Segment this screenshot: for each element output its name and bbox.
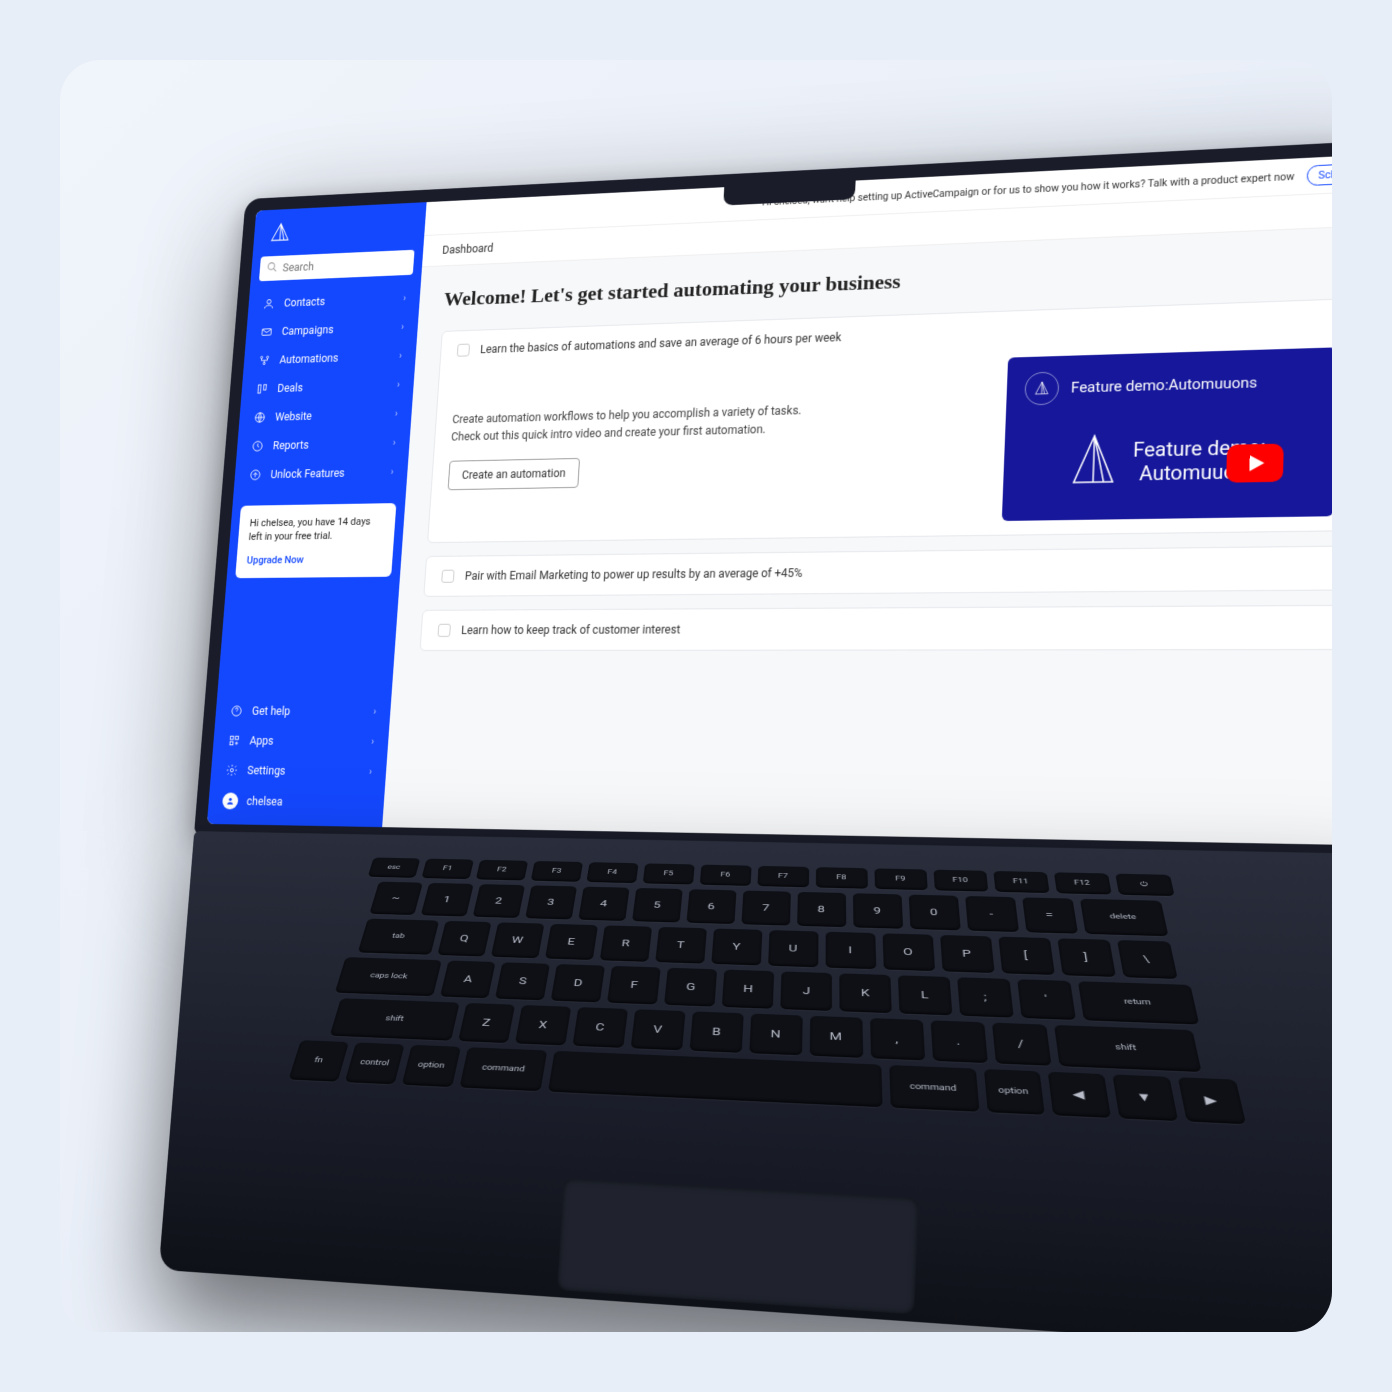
laptop-keyboard-deck: escF1F2F3F4F5F6F7F8F9F10F11F12⏻ ~1234567… xyxy=(159,831,1332,1332)
task-title: Learn the basics of automations and save… xyxy=(480,331,842,356)
laptop: Contacts › Campaigns › Automations › xyxy=(159,139,1332,1332)
task-title: Learn how to keep track of customer inte… xyxy=(461,623,681,637)
search-field[interactable] xyxy=(282,256,407,274)
sidebar-item-label: Automations xyxy=(279,350,391,366)
chevron-right-icon: › xyxy=(399,351,402,361)
chevron-right-icon: › xyxy=(397,380,400,390)
envelope-icon xyxy=(259,325,274,340)
sidebar-item-help[interactable]: Get help › xyxy=(215,696,392,727)
checkbox-icon[interactable] xyxy=(457,344,470,357)
upgrade-now-link[interactable]: Upgrade Now xyxy=(246,552,382,568)
sidebar-item-label: Unlock Features xyxy=(270,466,382,481)
video-thumbnail[interactable]: Feature demo:Automuuons Feature demo: xyxy=(1002,347,1332,521)
sidebar-item-label: Campaigns xyxy=(281,321,393,338)
clock-icon xyxy=(250,439,265,454)
sidebar-item-label: Contacts xyxy=(284,292,395,309)
create-automation-button[interactable]: Create an automation xyxy=(448,458,581,490)
chevron-right-icon: › xyxy=(403,293,406,303)
triangle-logo-icon xyxy=(268,234,291,247)
app-screen: Contacts › Campaigns › Automations › xyxy=(207,154,1332,846)
task-header[interactable]: Learn the basics of automations and save… xyxy=(457,314,1332,357)
task-title: Pair with Email Marketing to power up re… xyxy=(464,566,802,582)
video-header-text: Feature demo:Automuuons xyxy=(1071,374,1258,397)
play-icon[interactable] xyxy=(1226,444,1284,483)
grid-icon xyxy=(227,733,242,748)
trial-message: Hi chelsea, you have 14 days left in you… xyxy=(248,514,385,544)
main-area: Hi chelsea, want help setting up ActiveC… xyxy=(382,154,1332,846)
keyboard: escF1F2F3F4F5F6F7F8F9F10F11F12⏻ ~1234567… xyxy=(157,855,1332,1132)
main-nav: Contacts › Campaigns › Automations › xyxy=(234,283,421,489)
task-card-interest[interactable]: Learn how to keep track of customer inte… xyxy=(420,605,1332,651)
flow-icon xyxy=(257,353,272,368)
sidebar-item-apps[interactable]: Apps › xyxy=(212,726,389,757)
triangle-logo-icon xyxy=(1024,372,1059,406)
globe-icon xyxy=(253,410,268,425)
sidebar-item-reports[interactable]: Reports › xyxy=(236,428,410,461)
checkbox-icon[interactable] xyxy=(441,570,454,583)
search-icon xyxy=(266,261,278,276)
chevron-right-icon: › xyxy=(395,409,398,419)
chevron-right-icon: › xyxy=(401,322,404,332)
screen-bezel: Contacts › Campaigns › Automations › xyxy=(194,139,1332,856)
chevron-right-icon: › xyxy=(373,707,376,717)
avatar xyxy=(222,792,239,809)
triangle-logo-icon xyxy=(1068,432,1119,492)
arrow-up-circle-icon xyxy=(248,468,263,483)
sidebar-item-label: Get help xyxy=(252,705,366,719)
sidebar-item-unlock[interactable]: Unlock Features › xyxy=(234,457,409,490)
chevron-right-icon: › xyxy=(390,467,393,477)
trial-card: Hi chelsea, you have 14 days left in you… xyxy=(235,503,396,578)
task-description: Create automation workflows to help you … xyxy=(448,397,983,491)
person-icon xyxy=(262,296,277,311)
welcome-heading: Welcome! Let's get started automating yo… xyxy=(443,250,1332,311)
device-mockup-frame: Contacts › Campaigns › Automations › xyxy=(60,60,1332,1332)
gear-icon xyxy=(224,763,239,778)
task-card-email[interactable]: Pair with Email Marketing to power up re… xyxy=(423,545,1332,596)
sidebar-item-label: Apps xyxy=(249,734,363,748)
chevron-right-icon: › xyxy=(371,737,374,747)
content: Welcome! Let's get started automating yo… xyxy=(382,225,1332,845)
trackpad xyxy=(557,1178,919,1314)
checkbox-icon[interactable] xyxy=(437,624,450,637)
chevron-right-icon: › xyxy=(369,767,372,777)
sidebar-user[interactable]: chelsea xyxy=(207,785,384,820)
task-card-automations: Learn the basics of automations and save… xyxy=(427,298,1332,543)
schedule-button[interactable]: Schedule xyxy=(1307,162,1332,186)
sidebar-item-label: Deals xyxy=(277,379,389,395)
sidebar-item-label: Settings xyxy=(247,764,361,779)
sidebar-item-website[interactable]: Website › xyxy=(238,399,412,432)
brand-logo xyxy=(253,202,427,257)
sidebar-bottom: Get help › Apps › Settings › xyxy=(207,696,392,827)
question-icon xyxy=(229,704,244,719)
sidebar-item-label: Website xyxy=(275,408,387,424)
chevron-right-icon: › xyxy=(392,438,395,448)
sidebar-item-settings[interactable]: Settings › xyxy=(210,755,387,787)
username: chelsea xyxy=(246,795,370,810)
kanban-icon xyxy=(255,382,270,397)
sidebar-item-label: Reports xyxy=(272,437,384,452)
